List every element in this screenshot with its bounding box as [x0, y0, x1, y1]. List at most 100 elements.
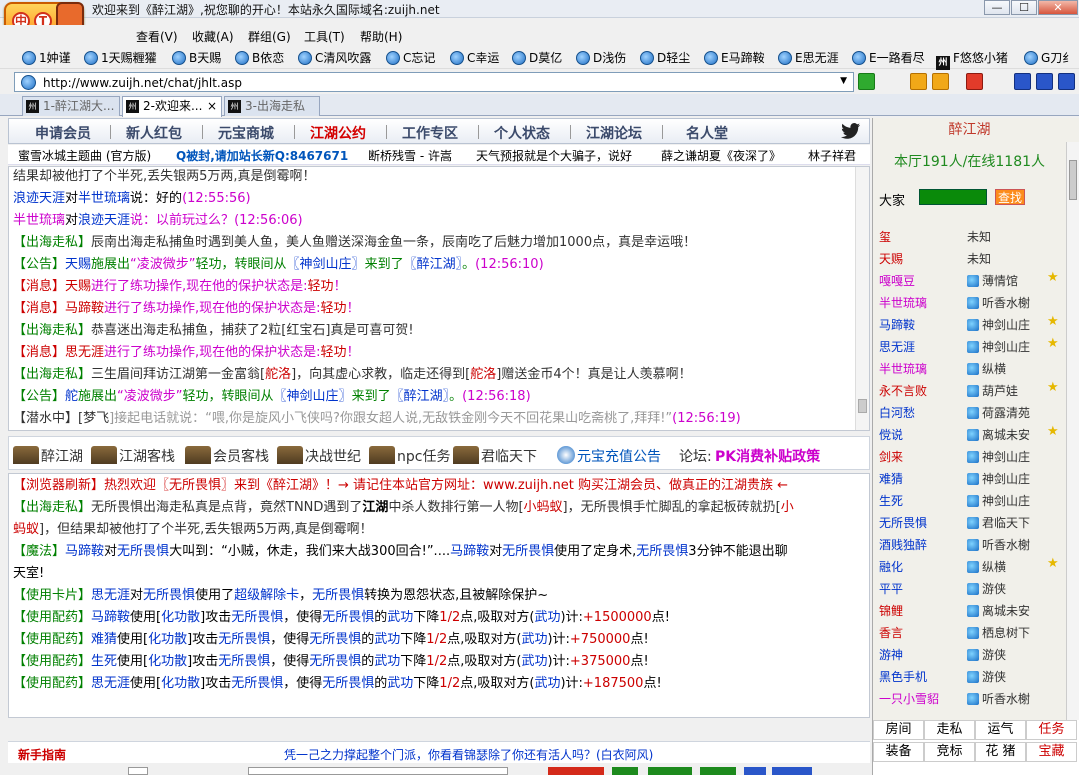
- stop-icon[interactable]: [966, 73, 983, 90]
- favorite-link[interactable]: D轻尘: [640, 50, 690, 66]
- favorite-link[interactable]: 州 F悠悠小猪: [936, 50, 1008, 70]
- menu-groups[interactable]: 群组(G): [248, 28, 291, 45]
- tab-1[interactable]: 州 1-醉江湖大...: [22, 96, 120, 116]
- user-list-scrollbar[interactable]: [1066, 142, 1079, 742]
- nav-hall-of-fame[interactable]: 名人堂: [686, 123, 728, 143]
- favorite-link[interactable]: E马蹄鞍: [704, 50, 765, 66]
- minimize-button[interactable]: —: [984, 0, 1010, 15]
- twitter-bird-icon[interactable]: [841, 122, 861, 140]
- user-name[interactable]: 半世琉璃: [879, 294, 927, 311]
- function-button[interactable]: 花 猪: [975, 742, 1026, 762]
- room-member-inn[interactable]: 会员客栈: [185, 446, 269, 466]
- nav-personal-status[interactable]: 个人状态: [494, 123, 550, 143]
- favorite-link[interactable]: 1天赐糎獾: [84, 50, 157, 66]
- user-name[interactable]: 黑色手机: [879, 668, 927, 685]
- tab-2[interactable]: 州 2-欢迎来... ×: [122, 96, 222, 117]
- address-bar[interactable]: http://www.zuijh.net/chat/jhlt.asp ▼: [14, 72, 854, 92]
- user-name[interactable]: 马蹄鞍: [879, 316, 915, 333]
- ticker-item[interactable]: 蜜雪冰城主题曲 (官方版): [18, 147, 151, 164]
- close-button[interactable]: ✕: [1038, 0, 1078, 15]
- menu-tools[interactable]: 工具(T): [304, 28, 345, 45]
- user-name[interactable]: 香言: [879, 624, 903, 641]
- user-name[interactable]: 玺: [879, 228, 891, 245]
- user-name[interactable]: 生死: [879, 492, 903, 509]
- ticker-item[interactable]: 断桥残雪 - 许嵩: [368, 147, 452, 164]
- menu-favorites[interactable]: 收藏(A): [192, 28, 234, 45]
- user-name[interactable]: 无所畏惧: [879, 514, 927, 531]
- minimize-tab-icon[interactable]: [1014, 73, 1031, 90]
- room-junlin[interactable]: 君临天下: [453, 446, 537, 466]
- room-npc-task[interactable]: npc任务: [369, 446, 450, 466]
- ticker-item[interactable]: Q被封,请加站长新Q:8467671: [176, 147, 348, 164]
- favorite-link[interactable]: D浅伤: [576, 50, 626, 66]
- user-name[interactable]: 半世琉璃: [879, 360, 927, 377]
- tab-close-icon[interactable]: ×: [207, 97, 217, 115]
- user-name[interactable]: 酒贱独醉: [879, 536, 927, 553]
- menu-view[interactable]: 查看(V): [136, 28, 178, 45]
- favorite-link[interactable]: C清风吹露: [298, 50, 371, 66]
- favorite-link[interactable]: D莫亿: [512, 50, 562, 66]
- nav-ingot-shop[interactable]: 元宝商城: [218, 123, 274, 143]
- toolbar-button[interactable]: [648, 767, 692, 775]
- ticker-item[interactable]: 天气预报就是个大骗子，说好: [476, 147, 632, 164]
- function-button[interactable]: 走私: [924, 720, 975, 740]
- user-name[interactable]: 一只小雪貂: [879, 690, 939, 707]
- user-name[interactable]: 思无涯: [879, 338, 915, 355]
- user-name[interactable]: 白河愁: [879, 404, 915, 421]
- user-name[interactable]: 永不言败: [879, 382, 927, 399]
- tab-3[interactable]: 州 3-出海走私: [224, 96, 320, 116]
- user-name[interactable]: 天赐: [879, 250, 903, 267]
- favorite-link[interactable]: C幸运: [450, 50, 499, 66]
- user-name[interactable]: 傥说: [879, 426, 903, 443]
- scrollbar-thumb[interactable]: [1069, 160, 1077, 200]
- favorite-link[interactable]: C忘记: [386, 50, 435, 66]
- nav-rules[interactable]: 江湖公约: [310, 123, 366, 143]
- toolbar-button[interactable]: [700, 767, 736, 775]
- user-name[interactable]: 游神: [879, 646, 903, 663]
- menu-help[interactable]: 帮助(H): [360, 28, 402, 45]
- user-name[interactable]: 剑来: [879, 448, 903, 465]
- forum-link[interactable]: PK消费补贴政策: [715, 446, 820, 466]
- chat-scrollbar[interactable]: [855, 167, 869, 430]
- maximize-button[interactable]: ☐: [1011, 0, 1037, 15]
- room-inn[interactable]: 江湖客栈: [91, 446, 175, 466]
- go-icon[interactable]: [858, 73, 875, 90]
- user-name[interactable]: 融化: [879, 558, 903, 575]
- everyone-label[interactable]: 大家: [879, 190, 905, 209]
- user-name[interactable]: 难猜: [879, 470, 903, 487]
- user-name[interactable]: 嘎嘎豆: [879, 272, 915, 289]
- target-select[interactable]: [128, 767, 148, 775]
- toolbar-button[interactable]: [612, 767, 638, 775]
- ticker-item[interactable]: 林子祥君: [808, 147, 856, 164]
- function-button[interactable]: 运气: [975, 720, 1026, 740]
- function-button[interactable]: 房间: [873, 720, 924, 740]
- ticker-item[interactable]: 薛之谦胡夏《夜深了》: [661, 147, 781, 164]
- toolbar-button[interactable]: [744, 767, 766, 775]
- favorite-link[interactable]: 1妕谨: [22, 50, 71, 66]
- user-name[interactable]: 锦鲤: [879, 602, 903, 619]
- room-battle[interactable]: 决战世纪: [277, 446, 361, 466]
- dropdown-arrow-icon[interactable]: ▼: [840, 76, 847, 86]
- favorite-link[interactable]: E一路看尽: [852, 50, 925, 66]
- search-button[interactable]: 查找: [995, 189, 1025, 205]
- nav-apply-member[interactable]: 申请会员: [35, 123, 91, 143]
- forward-icon[interactable]: [932, 73, 949, 90]
- back-icon[interactable]: [910, 73, 927, 90]
- function-button[interactable]: 宝藏: [1026, 742, 1077, 762]
- close-tab-icon[interactable]: [1058, 73, 1075, 90]
- function-button[interactable]: 装备: [873, 742, 924, 762]
- nav-work-area[interactable]: 工作专区: [402, 123, 458, 143]
- function-button[interactable]: 竞标: [924, 742, 975, 762]
- scrollbar-thumb[interactable]: [858, 399, 867, 413]
- restore-tab-icon[interactable]: [1036, 73, 1053, 90]
- nav-red-packet[interactable]: 新人红包: [126, 123, 182, 143]
- favorite-link[interactable]: E思无涯: [778, 50, 839, 66]
- user-name[interactable]: 平平: [879, 580, 903, 597]
- search-input[interactable]: [919, 189, 987, 205]
- favorite-link[interactable]: B天赐: [172, 50, 221, 66]
- chat-input[interactable]: [248, 767, 508, 775]
- address-url[interactable]: http://www.zuijh.net/chat/jhlt.asp: [43, 76, 242, 90]
- room-zuijianghu[interactable]: 醉江湖: [13, 446, 83, 466]
- send-button[interactable]: [548, 767, 604, 775]
- room-recharge-notice[interactable]: 元宝充值公告: [557, 446, 661, 466]
